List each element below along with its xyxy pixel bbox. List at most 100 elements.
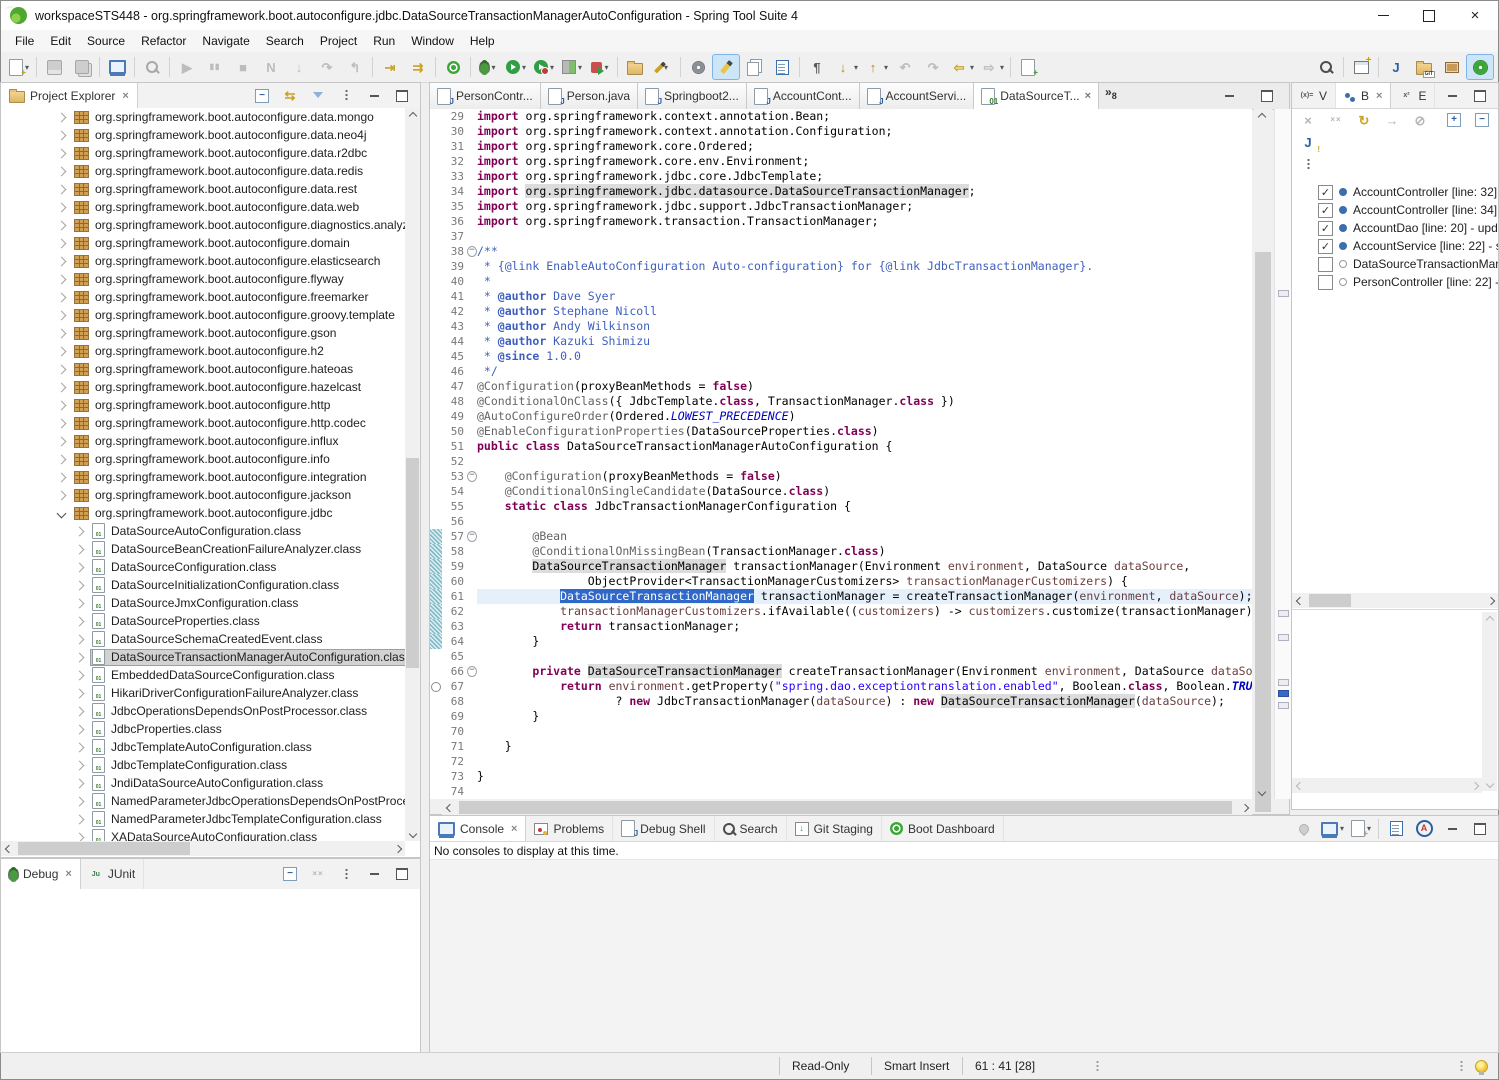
chevron-right-icon[interactable] [74, 652, 85, 662]
code-line[interactable]: 36 import org.springframework.transaction… [430, 214, 1252, 229]
tree-item-body[interactable]: 01 DataSourceTransactionManagerAutoConfig… [90, 648, 405, 666]
breakpoint-item[interactable]: PersonController [line: 22] - [1292, 273, 1498, 291]
expand-all-button[interactable]: + [1440, 107, 1468, 133]
debug-button[interactable]: ▾ [474, 54, 502, 80]
code-line[interactable]: 66− private DataSourceTransactionManager… [430, 664, 1252, 679]
chevron-right-icon[interactable] [74, 670, 85, 680]
chevron-right-icon[interactable] [56, 292, 67, 302]
tree-item[interactable]: org.springframework.boot.autoconfigure.d… [1, 216, 405, 234]
chevron-right-icon[interactable] [74, 778, 85, 788]
code-line[interactable]: 50 @EnableConfigurationProperties(DataSou… [430, 424, 1252, 439]
detail-horizontal-scrollbar[interactable] [1292, 778, 1482, 793]
last-edit-location-button[interactable]: ↶ [891, 54, 919, 80]
tree-item-body[interactable]: org.springframework.boot.autoconfigure.f… [72, 289, 372, 306]
code-line[interactable]: 39 * {@link EnableAutoConfiguration Auto… [430, 259, 1252, 274]
code-line[interactable]: 70 [430, 724, 1252, 739]
tree-item[interactable]: org.springframework.boot.autoconfigure.h… [1, 378, 405, 396]
word-wrap-button[interactable] [1382, 818, 1410, 840]
chevron-right-icon[interactable] [74, 598, 85, 608]
project-tree-horizontal-scrollbar[interactable] [1, 841, 405, 856]
breakpoint-detail-pane[interactable] [1292, 609, 1498, 793]
tab-variables[interactable]: (x)= V [1292, 83, 1337, 108]
maximize-window-button[interactable] [1406, 1, 1452, 30]
code-line[interactable]: 49 @AutoConfigureOrder(Ordered.LOWEST_PRE… [430, 409, 1252, 424]
code-line[interactable]: 40 * [430, 274, 1252, 289]
code-line[interactable]: 56 [430, 514, 1252, 529]
resume-button[interactable]: ▶ [173, 54, 201, 80]
tree-item-body[interactable]: org.springframework.boot.autoconfigure.d… [72, 235, 354, 252]
close-tab-icon[interactable]: × [1085, 90, 1091, 102]
editor-tab-personcontr[interactable]: J PersonContr... [430, 83, 541, 109]
search-button[interactable] [1312, 54, 1340, 80]
tree-item-body[interactable]: 01 DataSourceSchemaCreatedEvent.class [90, 631, 326, 648]
chevron-right-icon[interactable] [56, 382, 67, 392]
checkbox-unchecked[interactable] [1318, 256, 1333, 272]
code-line[interactable]: 42 * @author Stephane Nicoll [430, 304, 1252, 319]
tree-item-body[interactable]: org.springframework.boot.autoconfigure.e… [72, 253, 384, 270]
tree-item-body[interactable]: 01 DataSourceInitializationConfiguration.… [90, 577, 343, 594]
plugin-button[interactable] [684, 54, 712, 80]
close-view-icon[interactable]: × [65, 868, 71, 880]
code-line[interactable]: 69 } [430, 709, 1252, 724]
tree-item[interactable]: 01 XADataSourceAutoConfiguration.class [1, 828, 405, 841]
scrollbar-thumb[interactable] [459, 801, 1232, 814]
tree-item-body[interactable]: 01 JndiDataSourceAutoConfiguration.class [90, 775, 327, 792]
editor-horizontal-scrollbar[interactable] [442, 800, 1252, 815]
tab-junit[interactable]: Ju JUnit [81, 859, 145, 889]
view-menu-button[interactable] [332, 863, 360, 885]
scroll-right-icon[interactable] [1483, 593, 1498, 608]
tree-item[interactable]: 01 NamedParameterJdbcOperationsDependsOnP… [1, 792, 405, 810]
tree-item[interactable]: org.springframework.boot.autoconfigure.d… [1, 234, 405, 252]
code-line[interactable]: 45 * @since 1.0.0 [430, 349, 1252, 364]
code-line[interactable]: 68 ? new JdbcTransactionManager(dataSour… [430, 694, 1252, 709]
open-type-button[interactable] [621, 54, 649, 80]
code-line[interactable]: 71 } [430, 739, 1252, 754]
show-supported-breakpoints-button[interactable]: ↻ [1350, 107, 1378, 133]
tree-item[interactable]: org.springframework.boot.autoconfigure.g… [1, 324, 405, 342]
chevron-right-icon[interactable] [74, 814, 85, 824]
tree-item[interactable]: org.springframework.boot.autoconfigure.d… [1, 180, 405, 198]
editor-tab-accountcont[interactable]: J AccountCont... [746, 83, 860, 109]
search-dialog-button[interactable] [138, 54, 166, 80]
tree-item-body[interactable]: 01 JdbcProperties.class [90, 721, 226, 738]
step-over-button[interactable]: ↷ [313, 54, 341, 80]
chevron-right-icon[interactable] [74, 688, 85, 698]
tree-item[interactable]: 01 DataSourceInitializationConfiguration.… [1, 576, 405, 594]
tree-item[interactable]: 01 DataSourceSchemaCreatedEvent.class [1, 630, 405, 648]
tree-item[interactable]: org.springframework.boot.autoconfigure.d… [1, 162, 405, 180]
lightbulb-icon[interactable] [1475, 1059, 1488, 1075]
new-java-element-button[interactable]: ▾ [649, 54, 677, 80]
overview-marker[interactable] [1278, 610, 1289, 617]
disabled-breakpoint-icon[interactable] [431, 681, 441, 692]
tree-item-body[interactable]: 01 JdbcTemplateConfiguration.class [90, 757, 291, 774]
forward-button[interactable]: ⇨ ▾ [977, 54, 1007, 80]
editor-tab-springboot2[interactable]: J Springboot2... [638, 83, 747, 109]
run-external-tools-button[interactable]: ▾ [586, 54, 614, 80]
tree-item-body[interactable]: 01 JdbcTemplateAutoConfiguration.class [90, 739, 316, 756]
new-quick-note-button[interactable]: + [1014, 54, 1042, 80]
breakpoint-item[interactable]: ✓ AccountController [line: 32] [1292, 183, 1498, 201]
minimize-button[interactable] [360, 85, 388, 107]
tab-breakpoints[interactable]: B × [1336, 83, 1392, 108]
editor-tab-personjava[interactable]: J Person.java [540, 83, 639, 109]
step-return-button[interactable]: ↰ [341, 54, 369, 80]
close-view-icon[interactable]: × [1376, 90, 1382, 102]
dropdown-arrow-icon[interactable]: ▾ [884, 63, 888, 72]
show-whitespace-button[interactable]: ¶ [803, 54, 831, 80]
chevron-right-icon[interactable] [56, 238, 67, 248]
code-line[interactable]: 73} [430, 769, 1252, 784]
tree-item[interactable]: 01 JdbcOperationsDependsOnPostProcessor.c… [1, 702, 405, 720]
chevron-right-icon[interactable] [74, 634, 85, 644]
chevron-right-icon[interactable] [56, 148, 67, 158]
tree-item[interactable]: org.springframework.boot.autoconfigure.f… [1, 288, 405, 306]
chevron-right-icon[interactable] [74, 742, 85, 752]
tree-item-body[interactable]: 01 DataSourceProperties.class [90, 613, 264, 630]
code-line[interactable]: 55 static class JdbcTransactionManagerCo… [430, 499, 1252, 514]
tree-item[interactable]: 01 EmbeddedDataSourceConfiguration.class [1, 666, 405, 684]
code-line[interactable]: 58 @ConditionalOnMissingBean(Transaction… [430, 544, 1252, 559]
scroll-right-icon[interactable] [1467, 778, 1482, 793]
tab-console[interactable]: Console × [430, 816, 527, 841]
maximize-button[interactable] [1466, 85, 1494, 107]
run-button[interactable]: ▾ [502, 54, 530, 80]
scroll-up-icon[interactable] [1254, 109, 1269, 124]
